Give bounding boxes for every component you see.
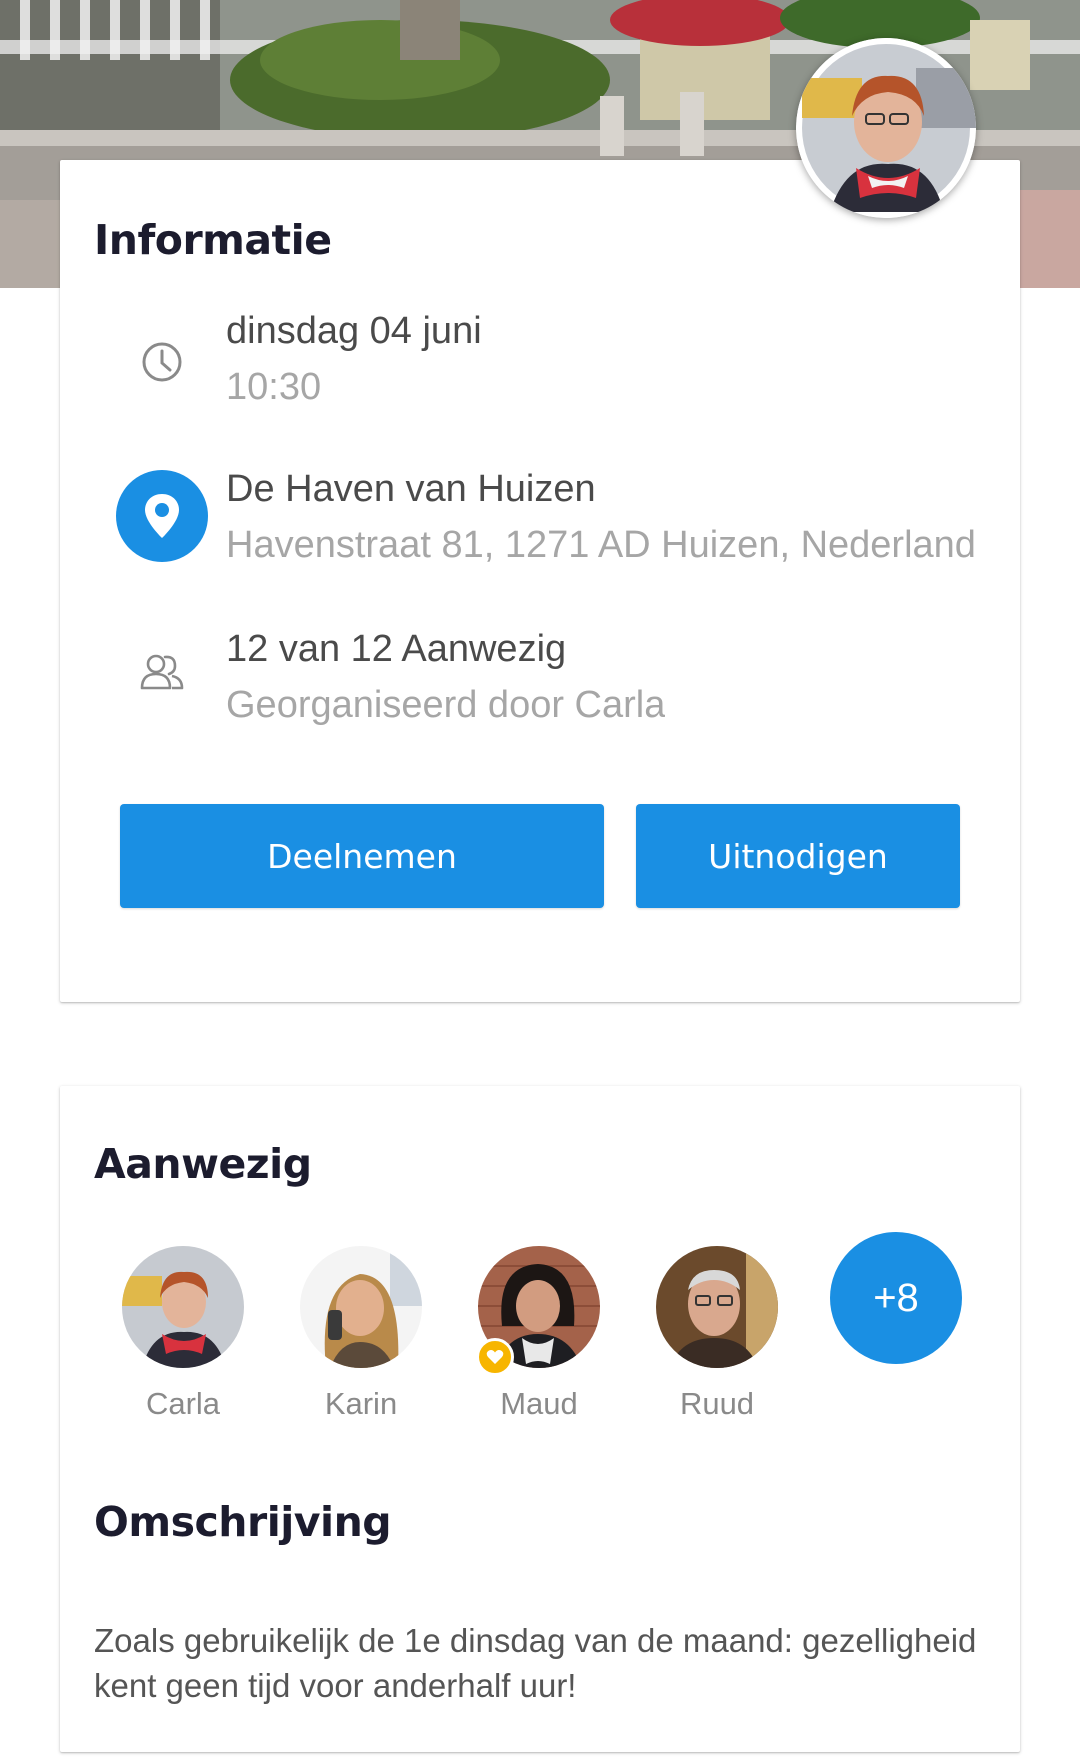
event-time: 10:30 <box>226 366 322 408</box>
organizer-photo <box>796 38 976 218</box>
avatar <box>122 1246 244 1368</box>
attendee-carla[interactable]: Carla <box>102 1234 262 1424</box>
more-attendees-button[interactable]: +8 <box>830 1232 962 1364</box>
event-date: dinsdag 04 juni <box>226 310 482 352</box>
avatar <box>300 1246 422 1368</box>
description-title: Omschrijving <box>94 1498 392 1546</box>
attendance-count: 12 van 12 Aanwezig <box>226 628 567 670</box>
location-row[interactable]: De Haven van Huizen Havenstraat 81, 1271… <box>60 466 1020 586</box>
people-icon <box>114 624 210 720</box>
organizer-label: Georganiseerd door Carla <box>226 684 666 726</box>
join-button[interactable]: Deelnemen <box>120 804 604 908</box>
attendee-name: Maud <box>500 1386 578 1421</box>
location-name: De Haven van Huizen <box>226 468 596 510</box>
attendees-card: Aanwezig Carla Karin Maud Ruud +8 Omschr… <box>60 1086 1020 1752</box>
attendee-ruud[interactable]: Ruud <box>636 1234 796 1424</box>
attendee-name: Karin <box>324 1386 398 1421</box>
attendee-maud[interactable]: Maud <box>458 1234 618 1424</box>
avatar <box>656 1246 778 1368</box>
date-row: dinsdag 04 juni 10:30 <box>60 308 1020 428</box>
description-text: Zoals gebruikelijk de 1e dinsdag van de … <box>94 1622 977 1704</box>
attendee-name: Ruud <box>679 1386 755 1421</box>
organizer-avatar[interactable] <box>796 38 976 218</box>
attendee-karin[interactable]: Karin <box>280 1234 440 1424</box>
invite-button[interactable]: Uitnodigen <box>636 804 960 908</box>
info-card: Informatie dinsdag 04 juni 10:30 De Have… <box>60 160 1020 1002</box>
location-address: Havenstraat 81, 1271 AD Huizen, Nederlan… <box>226 524 976 566</box>
clock-icon <box>114 314 210 410</box>
heart-badge-icon <box>476 1338 514 1376</box>
attendee-name: Carla <box>145 1386 221 1421</box>
attendee-list: Carla Karin Maud Ruud +8 <box>60 1232 1020 1434</box>
location-pin-icon[interactable] <box>114 468 210 564</box>
attendees-title: Aanwezig <box>94 1140 312 1188</box>
info-title: Informatie <box>94 216 332 264</box>
attendance-row: 12 van 12 Aanwezig Georganiseerd door Ca… <box>60 626 1020 746</box>
